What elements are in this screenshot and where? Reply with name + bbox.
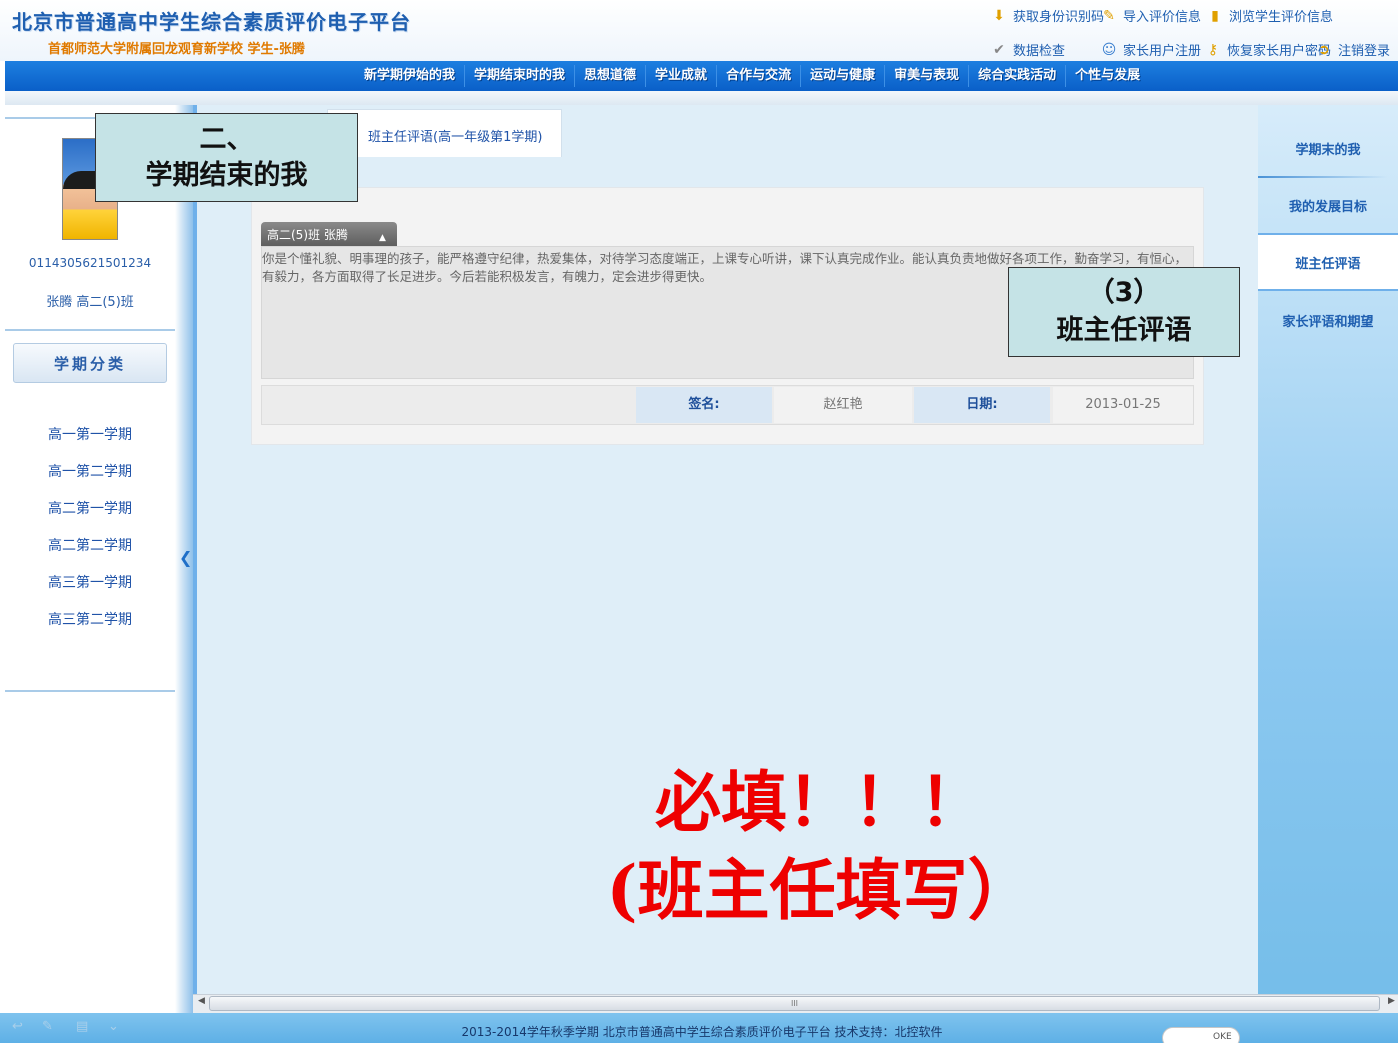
callout-section-number: 二、: [199, 124, 254, 155]
data-check-label: 数据检查: [1013, 44, 1066, 59]
page: 北京市普通高中学生综合素质评价电子平台 首都师范大学附属回龙观育新学校 学生-张…: [0, 0, 1398, 1043]
check-icon: ✔: [993, 41, 1005, 58]
card-student-tab[interactable]: 高二(5)班 张腾: [261, 222, 397, 246]
nav-item-personality[interactable]: 个性与发展: [1066, 65, 1149, 87]
date-label: 日期:: [914, 387, 1050, 423]
student-name-class: 张腾 高二(5)班: [46, 295, 134, 310]
logout-label: 注销登录: [1338, 44, 1391, 59]
get-id-code-label: 获取身份识别码: [1013, 10, 1105, 25]
recover-password-link[interactable]: ⚷ 恢复家长用户密码: [1205, 40, 1331, 60]
book-icon: ▮: [1211, 7, 1219, 24]
callout-item-label: （3） 班主任评语: [1008, 267, 1240, 357]
signature-label: 签名:: [636, 387, 772, 423]
term-category-header: 学期分类: [13, 343, 167, 383]
term-item-g2-s2[interactable]: 高二第二学期: [5, 531, 175, 568]
main-nav-items: 新学期伊始的我 学期结束时的我 思想道德 学业成就 合作与交流 运动与健康 审美…: [355, 61, 1149, 91]
logout-icon: ➲: [1318, 41, 1330, 58]
main-nav-bar: 新学期伊始的我 学期结束时的我 思想道德 学业成就 合作与交流 运动与健康 审美…: [5, 61, 1398, 91]
sidebar-divider: [5, 329, 175, 331]
download-arrow-icon: ⬇: [993, 7, 1005, 24]
required-notice-line1: 必填！！！: [655, 763, 985, 841]
nav-item-end-of-term[interactable]: 学期结束时的我: [465, 65, 576, 87]
nav-item-practice[interactable]: 综合实践活动: [969, 65, 1067, 87]
callout-item-title: 班主任评语: [1056, 315, 1192, 346]
get-id-code-link[interactable]: ⬇ 获取身份识别码: [991, 6, 1105, 26]
nav-item-academics[interactable]: 学业成就: [646, 65, 718, 87]
nav-item-cooperation[interactable]: 合作与交流: [717, 65, 802, 87]
user-register-icon: ☺: [1101, 41, 1117, 58]
callout-item-number: （3）: [1087, 277, 1161, 308]
scrollbar-thumb[interactable]: III: [209, 996, 1380, 1011]
sidebar-footer-area: [5, 690, 175, 1013]
scroll-right-icon[interactable]: ▶: [1388, 996, 1395, 1006]
nav-item-sports-health[interactable]: 运动与健康: [801, 65, 886, 87]
term-item-g3-s1[interactable]: 高三第一学期: [5, 568, 175, 605]
import-icon: ✎: [1103, 7, 1115, 24]
tab-homeroom-comment[interactable]: 班主任评语(高一年级第1学期): [327, 109, 562, 157]
term-list: 高一第一学期 高一第二学期 高二第一学期 高二第二学期 高三第一学期 高三第二学…: [5, 420, 175, 642]
browse-eval-label: 浏览学生评价信息: [1229, 10, 1334, 25]
nav-item-morality[interactable]: 思想道德: [575, 65, 647, 87]
date-value: 2013-01-25: [1053, 387, 1193, 423]
browse-eval-link[interactable]: ▮ 浏览学生评价信息: [1207, 6, 1334, 26]
term-item-g2-s1[interactable]: 高二第一学期: [5, 494, 175, 531]
callout-section-title: 学期结束的我: [145, 160, 308, 191]
right-sidebar-divider: [1258, 176, 1388, 178]
term-item-g3-s2[interactable]: 高三第二学期: [5, 605, 175, 642]
key-icon: ⚷: [1207, 41, 1219, 58]
header: 北京市普通高中学生综合素质评价电子平台 首都师范大学附属回龙观育新学校 学生-张…: [0, 0, 1398, 61]
data-check-link[interactable]: ✔ 数据检查: [991, 40, 1066, 60]
import-eval-label: 导入评价信息: [1123, 10, 1202, 25]
collapse-arrow-icon[interactable]: ❮: [179, 548, 192, 567]
sub-nav-strip: [5, 91, 1398, 105]
right-item-parent-comment[interactable]: 家长评语和期望: [1258, 311, 1398, 330]
site-title: 北京市普通高中学生综合素质评价电子平台: [12, 10, 411, 34]
required-notice: 必填！！！ (班主任填写）: [540, 758, 1100, 934]
right-item-end-of-term[interactable]: 学期末的我: [1258, 139, 1398, 158]
signature-value: 赵红艳: [774, 387, 912, 423]
nav-item-start-of-term[interactable]: 新学期伊始的我: [355, 65, 466, 87]
term-item-g1-s2[interactable]: 高一第二学期: [5, 457, 175, 494]
scroll-left-icon[interactable]: ◀: [198, 996, 205, 1006]
footer-toggle-label: OKE: [1213, 1032, 1232, 1042]
right-item-homeroom-comment[interactable]: 班主任评语: [1258, 253, 1398, 272]
parent-register-link[interactable]: ☺ 家长用户注册: [1101, 40, 1202, 60]
collapse-up-icon[interactable]: ▲: [379, 233, 386, 243]
import-eval-link[interactable]: ✎ 导入评价信息: [1101, 6, 1202, 26]
logout-link[interactable]: ➲ 注销登录: [1316, 40, 1391, 60]
school-user-line: 首都师范大学附属回龙观育新学校 学生-张腾: [48, 42, 305, 57]
student-id: 0114305621501234: [28, 256, 152, 270]
term-item-g1-s1[interactable]: 高一第一学期: [5, 420, 175, 457]
right-item-dev-goals[interactable]: 我的发展目标: [1258, 196, 1398, 215]
callout-section-label: 二、 学期结束的我: [95, 113, 358, 202]
parent-register-label: 家长用户注册: [1123, 44, 1202, 59]
nav-item-aesthetics[interactable]: 审美与表现: [885, 65, 970, 87]
required-notice-line2: (班主任填写）: [606, 851, 1034, 929]
